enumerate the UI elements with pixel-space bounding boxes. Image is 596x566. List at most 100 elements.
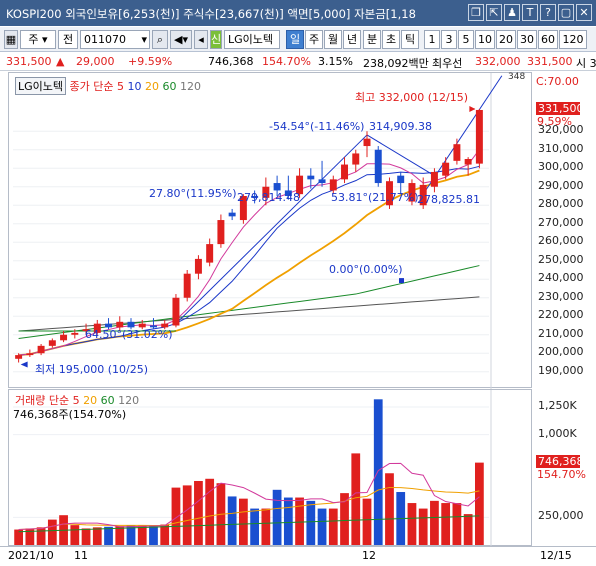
ma-60-label: 60: [162, 80, 177, 93]
volume-current-label: 746,368주(154.70%): [13, 408, 127, 421]
up-triangle-icon: ▲: [56, 55, 65, 68]
price-tick-label: 210,000: [538, 326, 584, 340]
moving-average-line: [18, 296, 480, 332]
best-ask-label: 최우선: [432, 57, 463, 70]
interval-30-button[interactable]: 30: [517, 30, 537, 49]
volume-bar: [149, 526, 158, 545]
interval-3-button[interactable]: 3: [441, 30, 457, 49]
volume-value: 746,368: [208, 55, 254, 68]
trendline-annotation-3: 53.81°(21.77%): [331, 191, 419, 204]
period-year-button[interactable]: 년: [343, 30, 361, 49]
chevron-down-icon: ▾: [141, 33, 147, 46]
help-icon[interactable]: ?: [540, 4, 556, 21]
candle-body: [318, 179, 326, 184]
date-label-start: 2021/10: [8, 549, 54, 562]
period-month-button[interactable]: 월: [324, 30, 342, 49]
speaker-icon[interactable]: ◀▾: [170, 30, 192, 49]
period-day-button[interactable]: 일: [286, 30, 304, 49]
price-tick-label: 220,000: [538, 308, 584, 322]
volume-bar: [441, 503, 451, 545]
low-arrow-head: [20, 361, 28, 368]
candle-body: [442, 162, 450, 176]
trendline-annotation-5: 64.50°(31.02%): [85, 328, 173, 341]
top-right-label: C:70.00: [536, 75, 579, 88]
high-price-annotation: 최고 332,000 (12/15): [355, 91, 469, 104]
market-select[interactable]: 주 ▾: [20, 30, 56, 49]
trendline-annotation-4: 0.00°(0.00%): [329, 263, 403, 276]
market-select-value: 주: [28, 33, 39, 46]
period-minute-button[interactable]: 분: [363, 30, 381, 49]
candle-body: [138, 323, 146, 328]
indicator-name[interactable]: LG이노텍: [15, 77, 67, 95]
interval-1-button[interactable]: 1: [424, 30, 440, 49]
extra-value: 시 30: [576, 57, 596, 70]
candle-body: [273, 183, 281, 191]
copy-icon[interactable]: ❐: [468, 4, 484, 21]
volume-bar: [283, 497, 293, 545]
price-change-pct: +9.59%: [128, 55, 173, 68]
volume-bar: [295, 497, 304, 545]
candle-body: [363, 138, 371, 147]
price-tick-label: 190,000: [538, 363, 584, 377]
title-bar: KOSPI200 외국인보유[6,253(천)] 주식수[23,667(천)] …: [0, 0, 596, 26]
period-tick-button[interactable]: 틱: [401, 30, 419, 49]
candle-body: [116, 321, 124, 328]
maximize-icon[interactable]: ▢: [558, 4, 574, 21]
price-tick-label: 300,000: [538, 160, 584, 174]
volume-bar: [70, 525, 80, 545]
interval-20-button[interactable]: 20: [496, 30, 516, 49]
close-icon[interactable]: ✕: [576, 4, 592, 21]
trendline-marker: [399, 278, 404, 284]
candle-body: [37, 345, 45, 354]
period-second-button[interactable]: 초: [382, 30, 400, 49]
stock-code-input[interactable]: 011070 ▾: [80, 30, 150, 49]
expand-icon[interactable]: ⇱: [486, 4, 502, 21]
search-icon[interactable]: ⌕: [152, 30, 168, 49]
window-title: KOSPI200 외국인보유[6,253(천)] 주식수[23,667(천)] …: [6, 7, 416, 21]
low-price-annotation: 최저 195,000 (10/25): [35, 363, 149, 376]
candle-body: [60, 334, 68, 341]
candle-body: [352, 153, 360, 165]
interval-10-button[interactable]: 10: [475, 30, 495, 49]
text-icon[interactable]: T: [522, 4, 538, 21]
volume-bar: [115, 526, 125, 545]
trendline-value-3: 278,825.81: [417, 193, 480, 206]
price-tick-label: 290,000: [538, 178, 584, 192]
volume-bar: [317, 508, 327, 545]
prev-arrow-icon[interactable]: ◂: [194, 30, 208, 49]
trendline-value-2: 279,814.48: [237, 191, 300, 204]
volume-bar: [137, 525, 147, 545]
candle-body: [464, 159, 472, 165]
volume-chart-panel[interactable]: 거래량 단순 5 20 60 120 746,368주(154.70%): [8, 389, 532, 547]
ma-label: 종가 단순: [69, 80, 114, 93]
candle-body: [15, 355, 23, 359]
ma-5-label: 5: [117, 80, 124, 93]
candle-body: [453, 144, 461, 161]
stock-code-value: 011070: [84, 33, 126, 46]
period-week-button[interactable]: 주: [305, 30, 323, 49]
interval-60-button[interactable]: 60: [538, 30, 558, 49]
trendline-up: [175, 134, 368, 325]
interval-5-button[interactable]: 5: [458, 30, 474, 49]
volume-bar: [160, 524, 170, 545]
volume-bar: [227, 496, 237, 545]
candle-body: [341, 164, 349, 180]
candle-body: [194, 258, 202, 274]
volume-bar: [92, 527, 102, 545]
pin-icon[interactable]: ♟: [504, 4, 520, 21]
type-select[interactable]: 전: [58, 30, 78, 49]
price-tick-label: 310,000: [538, 141, 584, 155]
price-tick-label: 230,000: [538, 289, 584, 303]
trendline-annotation-1: -54.54°(-11.46%): [269, 120, 365, 133]
high-arrow-head: [469, 106, 476, 113]
trendline-annotation-2: 27.80°(11.95%): [149, 187, 237, 200]
date-label-dec: 12: [362, 549, 376, 562]
grid-icon[interactable]: ▦: [4, 30, 18, 49]
volume-bar: [238, 498, 248, 545]
volume-tick-label: 250,000: [538, 509, 584, 523]
price-chart-panel[interactable]: LG이노텍 종가 단순 5 10 20 60 120 -54.54°(-11.4…: [8, 72, 532, 389]
volume-bar: [36, 527, 46, 545]
volume-bar: [362, 498, 372, 545]
interval-120-button[interactable]: 120: [559, 30, 587, 49]
volume-bar: [328, 508, 338, 545]
